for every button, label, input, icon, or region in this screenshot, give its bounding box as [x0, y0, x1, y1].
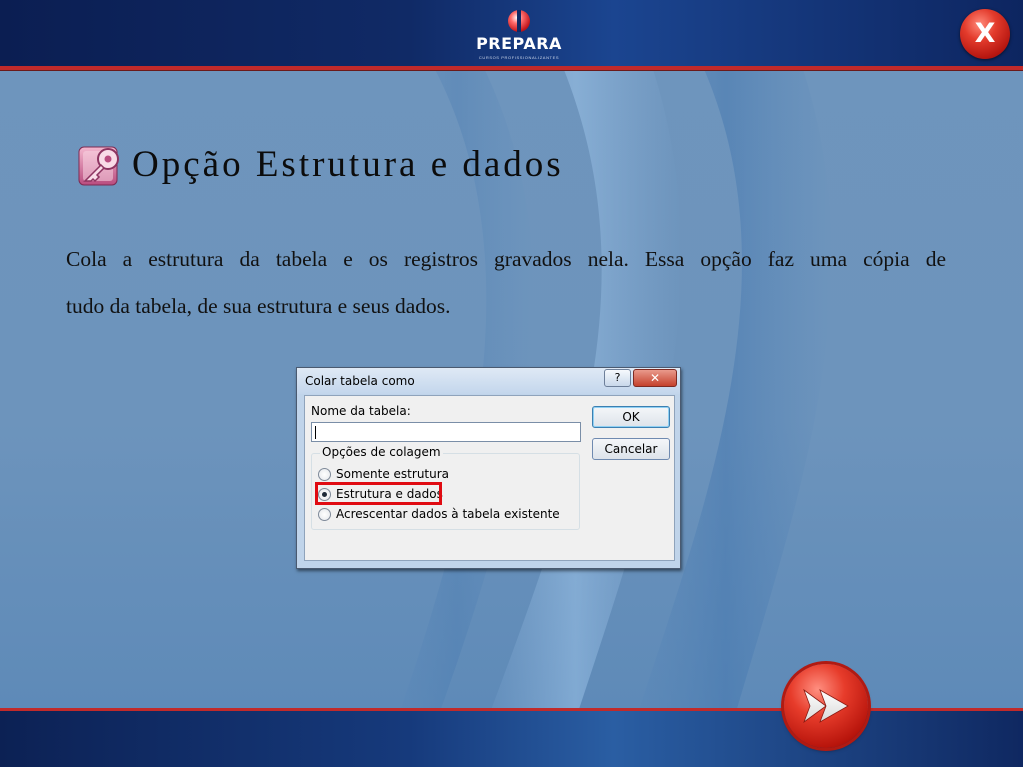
option-label: Acrescentar dados à tabela existente: [336, 507, 560, 521]
help-button[interactable]: ?: [604, 369, 631, 387]
top-bar-divider: [0, 66, 1023, 70]
dialog-close-button[interactable]: ✕: [633, 369, 677, 387]
text-caret: [315, 426, 316, 439]
highlight-box: [315, 482, 442, 505]
radio-button-icon[interactable]: [318, 508, 331, 521]
description-line: tudo da tabela, de sua estrutura e seus …: [66, 294, 451, 318]
paste-options-legend: Opções de colagem: [320, 445, 443, 459]
prepara-logo: PREPARA CURSOS PROFISSIONALIZANTES: [476, 8, 562, 62]
double-chevron-right-icon: [803, 688, 849, 724]
close-icon: X: [974, 18, 996, 49]
dialog-body: Nome da tabela: OK Cancelar Opções de co…: [304, 395, 675, 561]
description-line: Cola a estrutura da tabela e os registro…: [66, 247, 946, 271]
logo-mark-icon: [508, 10, 530, 32]
cancel-button[interactable]: Cancelar: [592, 438, 670, 460]
option-label: Somente estrutura: [336, 467, 450, 481]
top-bar: PREPARA CURSOS PROFISSIONALIZANTES X: [0, 0, 1023, 68]
ok-button[interactable]: OK: [592, 406, 670, 428]
bottom-bar: [0, 711, 1023, 767]
table-name-input[interactable]: [311, 422, 581, 442]
page-title: Opção Estrutura e dados: [132, 144, 564, 185]
logo-name: PREPARA: [476, 34, 562, 53]
radio-button-icon[interactable]: [318, 468, 331, 481]
description-text: Cola a estrutura da tabela e os registro…: [66, 236, 946, 330]
next-button[interactable]: [784, 664, 868, 748]
slide-background: PREPARA CURSOS PROFISSIONALIZANTES X Opç…: [0, 0, 1023, 767]
logo-tagline: CURSOS PROFISSIONALIZANTES: [478, 55, 560, 60]
ms-access-icon: [78, 146, 119, 186]
dialog-title: Colar tabela como: [305, 374, 415, 388]
dialog-title-bar: Colar tabela como ? ✕: [297, 368, 680, 394]
paste-table-dialog: Colar tabela como ? ✕ Nome da tabela: OK…: [296, 367, 681, 569]
table-name-label: Nome da tabela:: [311, 404, 411, 418]
close-button[interactable]: X: [960, 9, 1010, 59]
